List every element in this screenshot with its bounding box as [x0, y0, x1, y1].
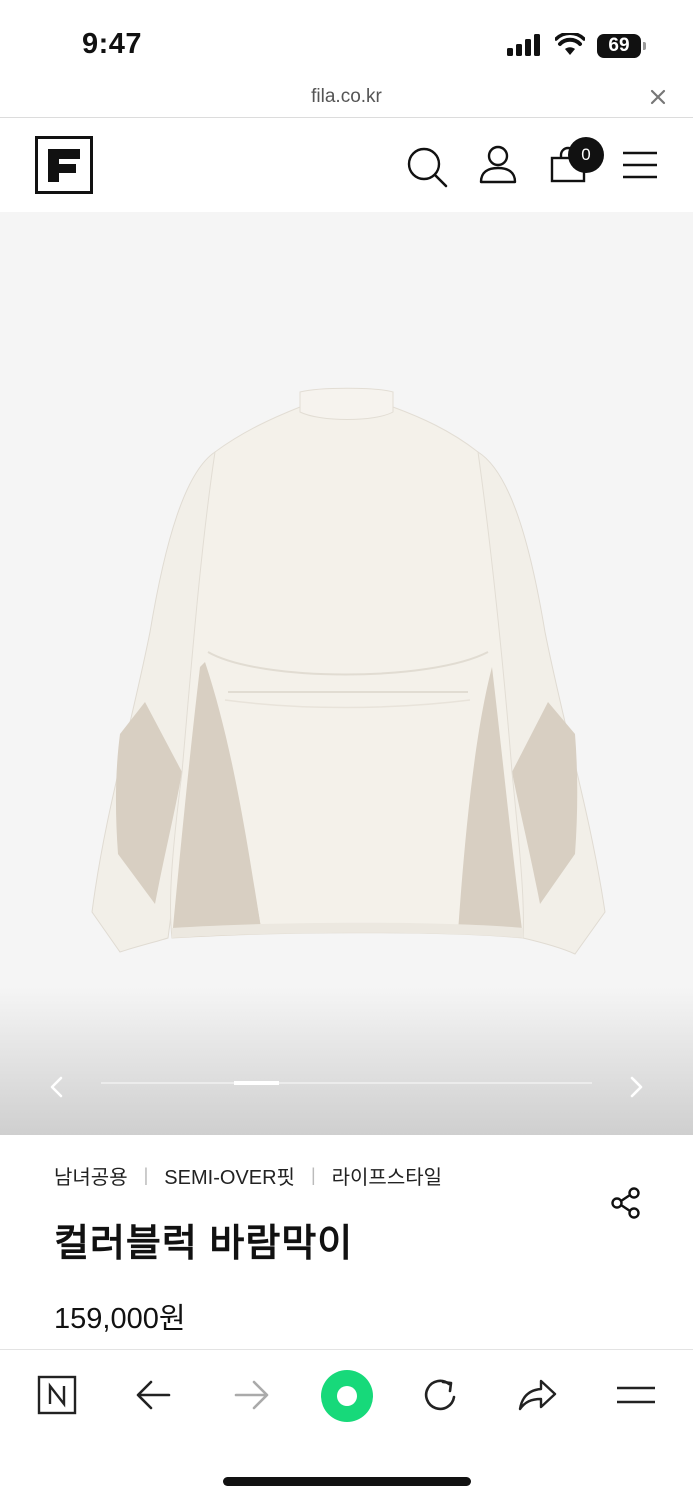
browser-menu-icon[interactable]	[615, 1382, 657, 1408]
wifi-icon	[555, 33, 585, 55]
search-icon[interactable]	[405, 145, 449, 189]
battery-indicator: 69	[597, 34, 647, 58]
url-text[interactable]: fila.co.kr	[0, 86, 693, 108]
reload-icon[interactable]	[421, 1375, 461, 1415]
tag-separator: |	[310, 1165, 316, 1185]
gallery-next-icon[interactable]	[621, 1072, 651, 1102]
cart-count-badge[interactable]: 0	[568, 137, 604, 173]
menu-icon[interactable]	[621, 150, 659, 180]
gallery-scrollbar-thumb[interactable]	[234, 1081, 279, 1085]
tag-category: 라이프스타일	[331, 1167, 443, 1189]
signal-icon	[507, 34, 540, 56]
close-icon[interactable]	[647, 86, 669, 108]
tag-fit: SEMI-OVER핏	[164, 1167, 295, 1189]
address-bar[interactable]: fila.co.kr	[0, 84, 693, 118]
naver-icon[interactable]	[37, 1375, 77, 1415]
tag-gender: 남녀공용	[54, 1167, 128, 1189]
user-icon[interactable]	[478, 144, 518, 186]
battery-level: 69	[597, 34, 641, 58]
product-image	[91, 387, 606, 955]
forward-arrow-icon[interactable]	[232, 1377, 270, 1413]
status-bar: 9:47 69	[0, 0, 693, 84]
product-title: 컬러블럭 바람막이	[54, 1223, 354, 1265]
gallery-scrollbar[interactable]	[101, 1082, 592, 1084]
product-price: 159,000원	[54, 1303, 186, 1335]
gallery-prev-icon[interactable]	[42, 1072, 72, 1102]
back-arrow-icon[interactable]	[135, 1377, 173, 1413]
home-indicator[interactable]	[223, 1477, 471, 1486]
tag-separator: |	[143, 1165, 149, 1185]
green-dot-icon[interactable]	[320, 1369, 374, 1423]
product-tags: 남녀공용 | SEMI-OVER핏 | 라이프스타일	[54, 1161, 442, 1190]
product-image-gallery[interactable]	[0, 212, 693, 1135]
status-time: 9:47	[82, 28, 143, 60]
fila-logo-icon[interactable]	[35, 136, 93, 194]
share-icon[interactable]	[609, 1186, 643, 1220]
share-arrow-icon[interactable]	[517, 1377, 559, 1413]
